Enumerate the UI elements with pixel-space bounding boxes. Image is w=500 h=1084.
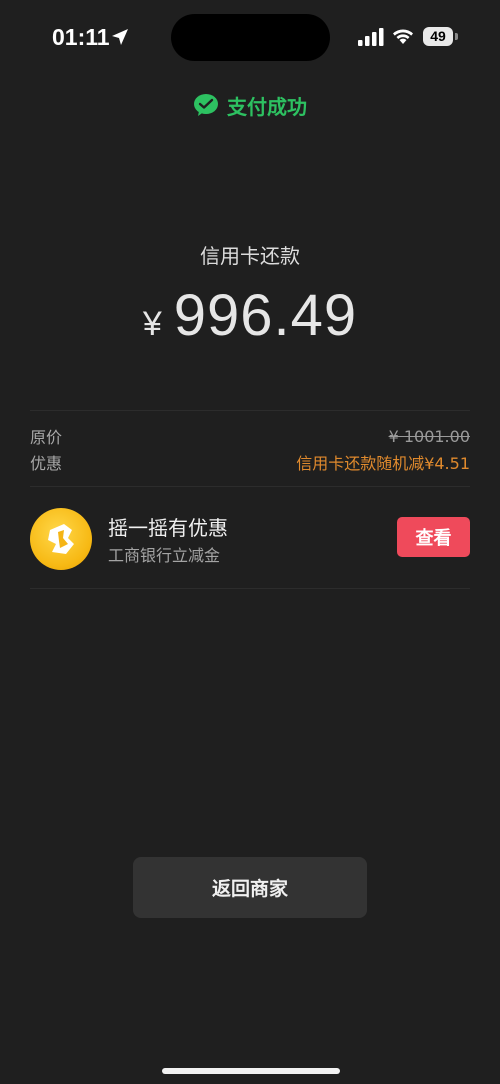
merchant-name: 信用卡还款 — [200, 244, 300, 268]
location-arrow-icon — [112, 29, 128, 45]
payment-amount: ¥ 996.49 — [0, 282, 500, 349]
home-indicator[interactable] — [162, 1068, 340, 1074]
battery-tip — [455, 33, 458, 40]
original-price-row: 原价 ¥ 1001.00 — [30, 424, 470, 448]
discount-row: 优惠 信用卡还款随机减¥4.51 — [30, 450, 470, 474]
wifi-icon — [393, 29, 413, 44]
divider — [30, 486, 470, 487]
divider — [30, 410, 470, 411]
payment-success-header: 支付成功 — [0, 90, 500, 120]
battery-indicator: 49 — [423, 27, 453, 46]
currency-symbol: ¥ — [142, 305, 162, 343]
dynamic-island — [171, 14, 330, 61]
original-price-label: 原价 — [30, 428, 63, 447]
original-price-value: ¥ 1001.00 — [388, 426, 470, 446]
status-time: 01:11 — [52, 24, 110, 50]
cellular-signal-icon — [358, 28, 384, 46]
divider — [30, 588, 470, 589]
wechat-pay-icon — [194, 94, 218, 116]
discount-label: 优惠 — [30, 454, 63, 473]
promo-card[interactable]: 摇一摇有优惠 工商银行立减金 查看 — [30, 506, 470, 570]
success-text: 支付成功 — [227, 94, 307, 119]
discount-value: 信用卡还款随机减¥4.51 — [296, 454, 470, 473]
promo-title: 摇一摇有优惠 — [108, 516, 228, 540]
shake-coin-icon — [30, 508, 92, 570]
amount-value: 996.49 — [173, 283, 358, 348]
shake-glyph-icon — [48, 524, 74, 554]
promo-subtitle: 工商银行立减金 — [108, 546, 221, 565]
back-to-merchant-button[interactable]: 返回商家 — [133, 857, 367, 918]
view-button[interactable]: 查看 — [397, 517, 470, 557]
status-bar: 01:11 49 — [0, 0, 500, 76]
